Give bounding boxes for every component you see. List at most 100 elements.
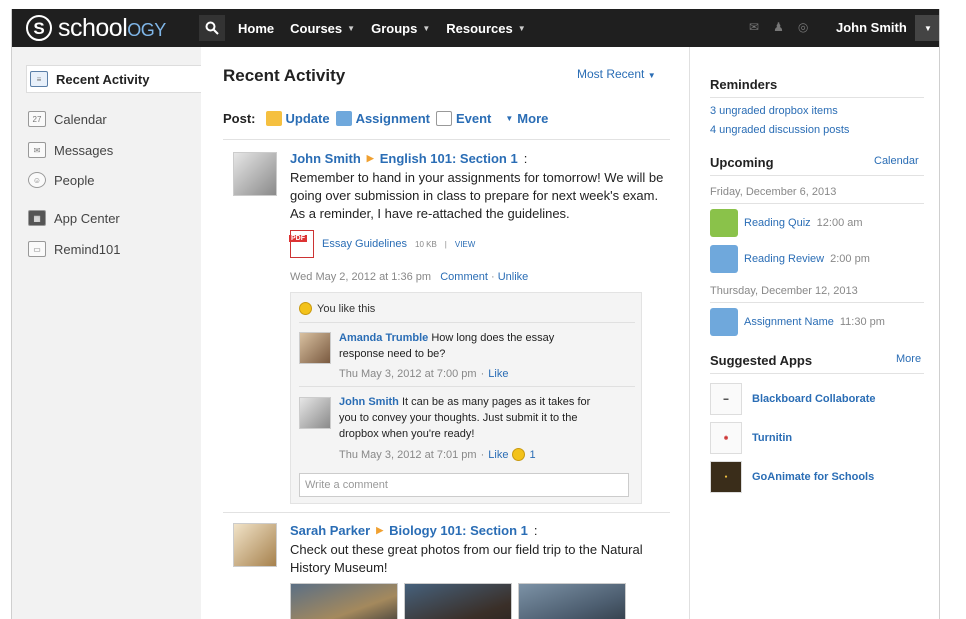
divider [710,373,924,374]
sidebar-item-remind101[interactable]: ▭ Remind101 [28,235,201,263]
nav-groups[interactable]: Groups ▼ [371,21,430,36]
search-button[interactable] [199,15,225,41]
avatar[interactable] [299,397,331,429]
suggested-app[interactable]: ◉ Turnitin [710,422,792,454]
mail-icon[interactable]: ✉ [749,20,759,34]
post-header: John Smith ▶ English 101: Section 1 : [290,151,527,166]
post-line: going over submission in class to prepar… [290,188,659,203]
arrow-right-icon: ▶ [376,525,384,535]
unlike-link[interactable]: Unlike [498,271,529,283]
nav-courses-label: Courses [290,20,343,36]
suggested-app[interactable]: ▬ Blackboard Collaborate [710,383,875,415]
comment-line: you to convey your thoughts. Just submit… [339,412,578,424]
app-window: S schoology Home Courses ▼ Groups ▼ Resour… [11,9,940,619]
post-event-button[interactable]: Event [435,111,491,126]
event-name: Reading Quiz [744,217,811,229]
photo-thumbnail[interactable] [290,583,398,619]
schoology-logo[interactable]: S schoology [26,13,166,43]
smiley-icon [512,448,526,461]
post-meta: Wed May 2, 2012 at 1:36 pm Comment · Unl… [290,271,529,283]
like-link[interactable]: Like [488,368,508,380]
post-timestamp: Wed May 2, 2012 at 1:36 pm [290,271,432,283]
app-icon: ▦ [28,210,46,226]
comment-link[interactable]: Comment [440,271,488,283]
likes-text: You like this [317,302,376,315]
sidebar-item-label: People [54,172,95,188]
post-update-button[interactable]: Update [265,111,330,126]
avatar[interactable] [233,523,277,567]
attachment-view-link[interactable]: VIEW [455,240,475,249]
nav-courses[interactable]: Courses ▼ [290,21,355,36]
avatar[interactable] [233,152,277,196]
blackboard-icon: ▬ [710,383,742,415]
bell-icon[interactable]: ◎ [798,20,808,34]
nav-home-label: Home [238,20,275,36]
like-count[interactable]: 1 [529,449,535,461]
divider [299,322,635,323]
comment-line: How long does the essay [431,332,555,344]
post-more-button[interactable]: ▼ More [505,111,548,126]
sidebar-item-people[interactable]: ☺ People [28,166,201,194]
like-link[interactable]: Like [488,449,508,461]
user-menu-button[interactable]: ▼ [915,15,939,41]
comment-input[interactable]: Write a comment [299,473,629,497]
person-icon: ☺ [28,172,46,188]
nav-resources[interactable]: Resources ▼ [446,21,525,36]
comment-line: It can be as many pages as it takes for [401,396,591,408]
right-sidebar: Reminders 3 ungraded dropbox items 4 ung… [690,47,939,619]
photo-thumbnail[interactable] [518,583,626,619]
upcoming-event[interactable]: Assignment Name 11:30 pm [710,308,885,336]
user-name[interactable]: John Smith [836,20,907,35]
comment-body: John Smith It can be as many pages as it… [339,394,639,442]
app-name: Turnitin [752,432,793,444]
post-assignment-label: Assignment [355,111,430,126]
nav-home[interactable]: Home [238,21,274,36]
upcoming-event[interactable]: Reading Review 2:00 pm [710,245,870,273]
post-body: Check out these great photos from our fi… [290,541,685,577]
apps-more-link[interactable]: More [896,353,921,365]
sidebar-item-messages[interactable]: ✉ Messages [28,136,201,164]
suggested-app[interactable]: ● GoAnimate for Schools [710,461,874,493]
reminders-title: Reminders [710,77,778,92]
post-header-colon: : [523,151,528,166]
calendar-link[interactable]: Calendar [874,155,919,167]
arrow-right-icon: ▶ [366,153,374,163]
reminder-link[interactable]: 4 ungraded discussion posts [710,124,849,136]
attachment-link[interactable]: Essay Guidelines [322,238,407,250]
sidebar-item-label: Calendar [54,111,107,127]
post-header: Sarah Parker ▶ Biology 101: Section 1 : [290,523,537,538]
photo-thumbnail[interactable] [404,583,512,619]
post-assignment-button[interactable]: Assignment [335,111,430,126]
sidebar-item-label: Messages [54,142,114,158]
comment-author-link[interactable]: Amanda Trumble [339,332,428,344]
sidebar-item-app-center[interactable]: ▦ App Center [28,204,201,232]
sidebar-item-calendar[interactable]: 27 Calendar [28,105,201,133]
assignment-icon [710,308,738,336]
reminder-link[interactable]: 3 ungraded dropbox items [710,105,838,117]
users-icon[interactable]: ♟ [773,20,784,34]
sort-dropdown[interactable]: Most Recent ▼ [577,67,656,81]
post-author-link[interactable]: John Smith [290,151,361,166]
post-body: Remember to hand in your assignments for… [290,169,685,223]
post-course-link[interactable]: English 101: Section 1 [380,151,518,166]
top-icons: ✉ ♟ ◎ [749,20,808,34]
page-margin [940,9,966,619]
avatar[interactable] [299,332,331,364]
likes-summary: You like this [299,302,375,315]
separator: · [480,448,485,461]
comment-author-link[interactable]: John Smith [339,396,399,408]
main-nav: Home Courses ▼ Groups ▼ Resources ▼ [238,9,526,47]
upcoming-date: Thursday, December 12, 2013 [710,285,858,297]
sidebar-item-recent-activity[interactable]: ≡ Recent Activity [26,65,201,93]
post-course-link[interactable]: Biology 101: Section 1 [389,523,528,538]
post-author-link[interactable]: Sarah Parker [290,523,370,538]
separator: · [480,368,485,380]
sidebar-item-label: App Center [54,210,120,226]
comment-line: response need to be? [339,348,446,360]
upcoming-date: Friday, December 6, 2013 [710,186,837,198]
activity-feed: Recent Activity Most Recent ▼ Post: Upda… [201,47,690,619]
post-line: Remember to hand in your assignments for… [290,170,664,185]
chevron-down-icon: ▼ [422,23,431,33]
event-time: 2:00 pm [830,253,870,265]
upcoming-event[interactable]: Reading Quiz 12:00 am [710,209,863,237]
